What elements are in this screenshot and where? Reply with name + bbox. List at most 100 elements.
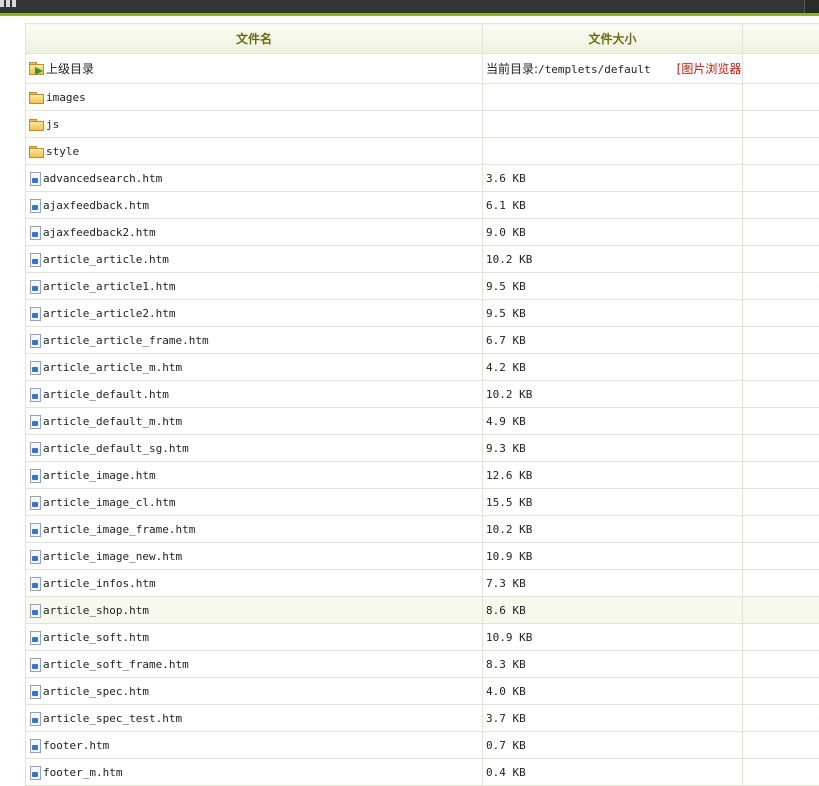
left-gutter: [0, 16, 24, 778]
htm-file-icon[interactable]: [29, 199, 41, 212]
htm-file-icon[interactable]: [29, 496, 41, 509]
file-row[interactable]: article_soft_frame.htm8.3 KB: [26, 651, 819, 678]
file-row[interactable]: article_article_frame.htm 6.7 KB: [26, 327, 819, 354]
file-row[interactable]: article_image_cl.htm15.5 KB: [26, 489, 819, 516]
file-row[interactable]: article_default_m.htm4.9 KB: [26, 408, 819, 435]
htm-file-icon[interactable]: [29, 307, 41, 320]
file-name[interactable]: article_default.htm: [43, 388, 169, 401]
file-row[interactable]: ajaxfeedback.htm6.1 KB: [26, 192, 819, 219]
file-size: 6.7 KB: [486, 334, 526, 347]
file-name[interactable]: article_spec.htm: [43, 685, 149, 698]
header-filename[interactable]: 文件名: [26, 24, 483, 54]
current-dir-cell: 当前目录:/templets/default[图片浏览器]: [483, 54, 743, 84]
extra-cell: [743, 732, 819, 759]
file-name[interactable]: article_article2.htm: [43, 307, 175, 320]
parent-dir-link[interactable]: 上级目录: [46, 60, 94, 77]
file-name[interactable]: ajaxfeedback2.htm: [43, 226, 156, 239]
file-name[interactable]: article_article_m.htm: [43, 361, 182, 374]
file-row[interactable]: advancedsearch.htm 3.6 KB: [26, 165, 819, 192]
htm-file-icon[interactable]: [29, 334, 41, 347]
file-name[interactable]: article_image.htm: [43, 469, 156, 482]
folder-row[interactable]: style: [26, 138, 819, 165]
folder-row[interactable]: js: [26, 111, 819, 138]
htm-file-icon[interactable]: [29, 388, 41, 401]
file-row[interactable]: article_default_sg.htm9.3 KB: [26, 435, 819, 462]
file-name[interactable]: article_shop.htm: [43, 604, 149, 617]
file-row[interactable]: article_soft.htm10.9 KB: [26, 624, 819, 651]
htm-file-icon[interactable]: [29, 253, 41, 266]
file-name[interactable]: ajaxfeedback.htm: [43, 199, 149, 212]
htm-file-icon[interactable]: [29, 280, 41, 293]
extra-cell: [743, 705, 819, 732]
file-name[interactable]: advancedsearch.htm: [43, 172, 162, 185]
file-row[interactable]: article_spec_test.htm3.7 KB: [26, 705, 819, 732]
folder-up-icon[interactable]: [29, 62, 45, 75]
file-row[interactable]: article_default.htm10.2 KB: [26, 381, 819, 408]
folder-icon[interactable]: [29, 92, 44, 103]
folder-row[interactable]: images: [26, 84, 819, 111]
htm-file-icon[interactable]: [29, 550, 41, 563]
folder-name[interactable]: js: [46, 118, 59, 131]
file-size: 12.6 KB: [486, 469, 532, 482]
file-name[interactable]: article_article.htm: [43, 253, 169, 266]
file-row[interactable]: article_article_m.htm4.2 KB: [26, 354, 819, 381]
file-name-cell: advancedsearch.htm: [26, 165, 483, 192]
folder-name-cell: images: [26, 84, 483, 111]
file-row[interactable]: article_image_new.htm10.9 KB: [26, 543, 819, 570]
htm-file-icon[interactable]: [29, 658, 41, 671]
file-name[interactable]: footer_m.htm: [43, 766, 122, 779]
htm-file-icon[interactable]: [29, 712, 41, 725]
file-name[interactable]: article_spec_test.htm: [43, 712, 182, 725]
file-row[interactable]: article_shop.htm8.6 KB: [26, 597, 819, 624]
htm-file-icon[interactable]: [29, 631, 41, 644]
file-name[interactable]: article_infos.htm: [43, 577, 156, 590]
file-name[interactable]: article_article_frame.htm: [43, 334, 209, 347]
window-top-bar: [0, 0, 819, 13]
htm-file-icon[interactable]: [29, 172, 41, 185]
htm-file-icon[interactable]: [29, 523, 41, 536]
file-row[interactable]: article_infos.htm7.3 KB: [26, 570, 819, 597]
header-filesize[interactable]: 文件大小: [483, 24, 743, 54]
htm-file-icon[interactable]: [29, 226, 41, 239]
htm-file-icon[interactable]: [29, 685, 41, 698]
file-row[interactable]: article_article1.htm9.5 KB: [26, 273, 819, 300]
image-browser-link[interactable]: [图片浏览器]: [677, 62, 743, 76]
htm-file-icon[interactable]: [29, 577, 41, 590]
file-size: 3.6 KB: [486, 172, 526, 185]
file-name[interactable]: article_image_new.htm: [43, 550, 182, 563]
folder-size-cell: [483, 84, 743, 111]
file-row[interactable]: article_image_frame.htm10.2 KB: [26, 516, 819, 543]
htm-file-icon[interactable]: [29, 604, 41, 617]
file-name[interactable]: footer.htm: [43, 739, 109, 752]
htm-file-icon[interactable]: [29, 766, 41, 779]
file-row[interactable]: article_spec.htm4.0 KB: [26, 678, 819, 705]
file-name[interactable]: article_soft_frame.htm: [43, 658, 189, 671]
top-right-tab[interactable]: [804, 0, 819, 13]
file-name-cell: footer.htm: [26, 732, 483, 759]
folder-icon[interactable]: [29, 119, 44, 130]
file-name[interactable]: article_image_frame.htm: [43, 523, 195, 536]
file-row[interactable]: article_article2.htm9.5 KB: [26, 300, 819, 327]
file-name[interactable]: article_default_m.htm: [43, 415, 182, 428]
htm-file-icon[interactable]: [29, 361, 41, 374]
folder-size-cell: [483, 111, 743, 138]
file-name[interactable]: article_default_sg.htm: [43, 442, 189, 455]
extra-cell: [743, 54, 819, 84]
file-name[interactable]: article_article1.htm: [43, 280, 175, 293]
file-row[interactable]: footer_m.htm0.4 KB: [26, 759, 819, 786]
folder-name[interactable]: images: [46, 91, 86, 104]
file-row[interactable]: ajaxfeedback2.htm9.0 KB: [26, 219, 819, 246]
htm-file-icon[interactable]: [29, 739, 41, 752]
extra-cell: [743, 489, 819, 516]
htm-file-icon[interactable]: [29, 415, 41, 428]
file-row[interactable]: footer.htm0.7 KB: [26, 732, 819, 759]
file-name[interactable]: article_soft.htm: [43, 631, 149, 644]
file-name[interactable]: article_image_cl.htm: [43, 496, 175, 509]
file-row[interactable]: article_image.htm 12.6 KB: [26, 462, 819, 489]
file-list-table: 文件名 文件大小 上级目录 当前目录:/templets/default[图片浏…: [25, 23, 819, 786]
folder-name[interactable]: style: [46, 145, 79, 158]
folder-icon[interactable]: [29, 146, 44, 157]
file-row[interactable]: article_article.htm10.2 KB: [26, 246, 819, 273]
htm-file-icon[interactable]: [29, 469, 41, 482]
htm-file-icon[interactable]: [29, 442, 41, 455]
